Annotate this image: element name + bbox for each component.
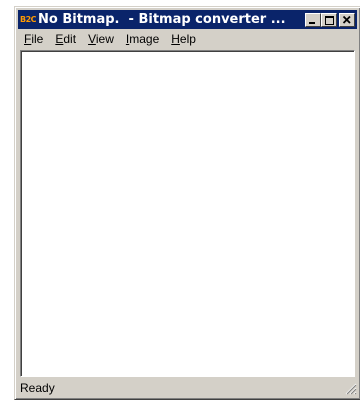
maximize-button[interactable]: [321, 12, 337, 27]
menu-edit-label: dit: [63, 32, 77, 46]
maximize-icon: [325, 15, 334, 25]
menu-file[interactable]: File: [18, 30, 49, 48]
menu-view-label: iew: [95, 32, 114, 46]
menu-help[interactable]: Help: [165, 30, 202, 48]
close-button[interactable]: [339, 12, 355, 27]
status-text: Ready: [20, 381, 55, 395]
menu-help-accel: H: [171, 32, 180, 46]
menu-file-label: ile: [31, 32, 44, 46]
window-controls: [305, 12, 355, 27]
minimize-button[interactable]: [305, 12, 321, 27]
document-area[interactable]: [20, 50, 355, 377]
app-icon[interactable]: B2C: [20, 12, 37, 28]
menu-image-label: mage: [129, 32, 160, 46]
window-title: No Bitmap. - Bitmap converter ...: [38, 12, 286, 27]
menu-bar: File Edit View Image Help: [18, 30, 357, 48]
status-bar: Ready: [18, 379, 357, 397]
menu-image[interactable]: Image: [120, 30, 165, 48]
app-window: B2C No Bitmap. - Bitmap converter ... Fi…: [14, 6, 360, 400]
close-icon: [342, 15, 351, 24]
resize-grip-icon[interactable]: [343, 381, 357, 395]
title-bar[interactable]: B2C No Bitmap. - Bitmap converter ...: [18, 10, 357, 29]
minimize-icon: [309, 21, 315, 24]
menu-help-label: elp: [179, 32, 196, 46]
menu-view[interactable]: View: [82, 30, 120, 48]
menu-edit[interactable]: Edit: [49, 30, 82, 48]
menu-view-accel: V: [88, 32, 96, 46]
